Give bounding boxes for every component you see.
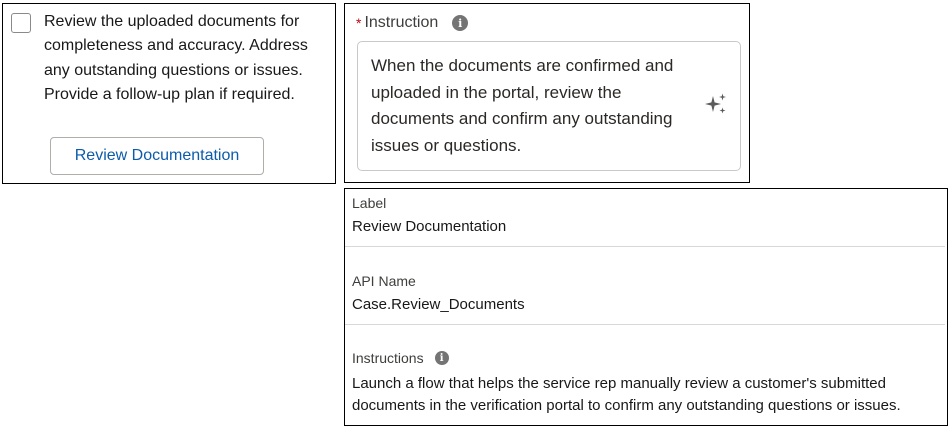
instructions-value: Launch a flow that helps the service rep… <box>352 375 901 414</box>
label-title: Label <box>352 195 387 211</box>
instructions-label-row: Instructions i <box>352 350 449 366</box>
instructions-title: Instructions <box>352 350 424 366</box>
review-documentation-button[interactable]: Review Documentation <box>50 137 264 175</box>
instruction-label: Instruction <box>364 14 439 31</box>
task-card: Review the uploaded documents for comple… <box>2 3 336 184</box>
divider <box>345 324 945 325</box>
sparkle-icon[interactable] <box>704 92 728 116</box>
instruction-textarea-value: When the documents are confirmed and upl… <box>371 56 674 155</box>
task-description: Review the uploaded documents for comple… <box>44 13 308 103</box>
info-icon[interactable]: i <box>452 15 469 31</box>
details-panel: Label Review Documentation API Name Case… <box>344 188 948 426</box>
instruction-label-row: * Instruction i <box>356 14 469 32</box>
instruction-field-panel: * Instruction i When the documents are c… <box>344 3 750 183</box>
info-icon[interactable]: i <box>434 351 449 365</box>
api-name-title: API Name <box>352 273 416 289</box>
divider <box>345 246 945 247</box>
label-value: Review Documentation <box>352 218 507 235</box>
api-name-value: Case.Review_Documents <box>352 296 525 313</box>
required-marker: * <box>356 15 362 31</box>
task-checkbox[interactable] <box>11 13 31 33</box>
instruction-textarea[interactable]: When the documents are confirmed and upl… <box>357 41 741 171</box>
